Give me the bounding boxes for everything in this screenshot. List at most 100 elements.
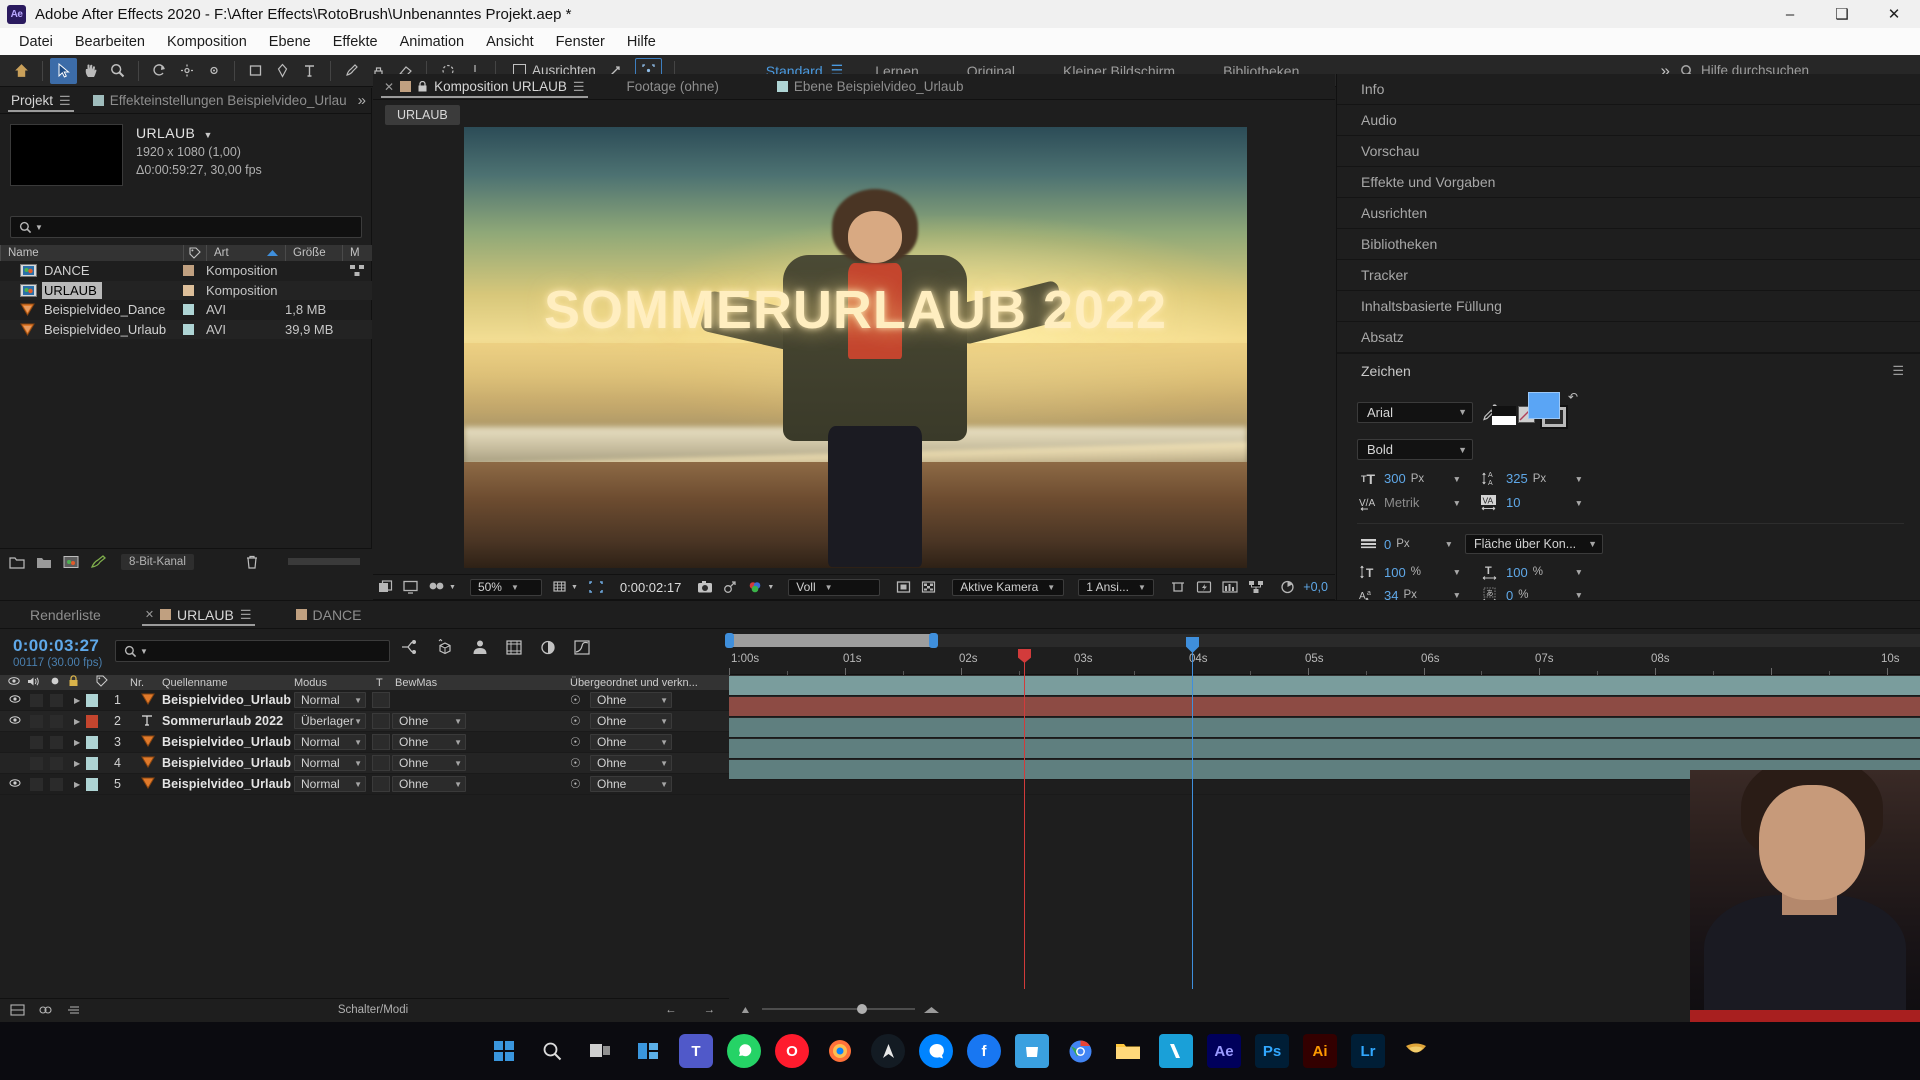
netflix-icon[interactable] bbox=[1159, 1034, 1193, 1068]
table-row[interactable]: DANCE Komposition bbox=[0, 261, 372, 281]
chevron-down-icon[interactable]: ▼ bbox=[1575, 498, 1583, 508]
project-row-label-color[interactable] bbox=[183, 304, 194, 316]
layer-label-color[interactable] bbox=[86, 777, 98, 791]
toggle-switches-modes-icon[interactable] bbox=[10, 1003, 25, 1017]
layer-track-row[interactable] bbox=[729, 675, 1920, 696]
minimize-button[interactable]: – bbox=[1764, 0, 1816, 28]
start-icon[interactable] bbox=[487, 1034, 521, 1068]
tab-renderliste[interactable]: Renderliste bbox=[0, 602, 112, 628]
parent-pickwhip-icon[interactable]: ☉ bbox=[570, 714, 581, 728]
layer-t-cell[interactable] bbox=[372, 713, 390, 729]
layer-expand-arrow[interactable]: ▶ bbox=[74, 696, 80, 705]
timeline-search-input[interactable]: ▼ bbox=[115, 640, 390, 662]
menu-bearbeiten[interactable]: Bearbeiten bbox=[64, 31, 156, 53]
close-button[interactable]: ✕ bbox=[1868, 0, 1920, 28]
premiere-icon[interactable] bbox=[1399, 1034, 1433, 1068]
viewer-timecode[interactable]: 0:00:02:17 bbox=[615, 574, 686, 600]
leading-field[interactable]: AA 325 Px ▼ bbox=[1479, 470, 1583, 487]
search-icon[interactable] bbox=[535, 1034, 569, 1068]
panel-info[interactable]: Info bbox=[1337, 74, 1920, 105]
layer-visibility-toggle[interactable] bbox=[8, 694, 21, 707]
column-label-icon[interactable] bbox=[183, 245, 206, 261]
chevron-down-icon[interactable]: ▼ bbox=[1453, 590, 1461, 600]
column-m[interactable]: M bbox=[342, 245, 372, 261]
horizontal-scale-field[interactable]: T 100 % ▼ bbox=[1479, 564, 1583, 580]
toggle-alpha-icon[interactable] bbox=[373, 574, 398, 600]
layer-solo-toggle[interactable] bbox=[50, 777, 63, 791]
work-area-end-handle[interactable] bbox=[929, 633, 938, 648]
time-ruler[interactable]: 1:00s 01s 02s 03s 04s 05s 06s 07s 08s 10… bbox=[729, 649, 1920, 675]
layer-solo-toggle[interactable] bbox=[50, 735, 63, 749]
project-row-label-color[interactable] bbox=[183, 265, 194, 277]
rotation-tool-icon[interactable] bbox=[146, 58, 173, 84]
column-art[interactable]: Art bbox=[206, 245, 285, 261]
kerning-field[interactable]: V/A Metrik ▼ bbox=[1357, 495, 1461, 511]
switches-modes-label[interactable]: Schalter/Modi bbox=[338, 1004, 408, 1016]
viewer-panel-menu-icon[interactable]: ☰ bbox=[573, 79, 585, 95]
composition-canvas[interactable]: SOMMERURLAUB 2022 bbox=[464, 127, 1247, 568]
teams-icon[interactable]: T bbox=[679, 1034, 713, 1068]
chevron-down-icon[interactable]: ▼ bbox=[1575, 474, 1583, 484]
font-family-select[interactable]: Arial ▼ bbox=[1357, 401, 1473, 423]
channel-select-icon[interactable]: ▼ bbox=[742, 574, 779, 600]
column-groesse[interactable]: Größe bbox=[285, 245, 342, 261]
tab-dance[interactable]: DANCE bbox=[285, 602, 373, 628]
region-of-interest-icon[interactable] bbox=[583, 574, 609, 600]
pen-tool-icon[interactable] bbox=[269, 58, 296, 84]
parent-pickwhip-icon[interactable]: ☉ bbox=[570, 693, 581, 707]
search-dropdown-icon[interactable]: ▼ bbox=[35, 223, 43, 232]
layer-audio-toggle[interactable] bbox=[30, 714, 43, 728]
layer-label-color[interactable] bbox=[86, 735, 98, 749]
current-time-indicator[interactable] bbox=[1018, 649, 1031, 989]
breadcrumb-urlaub[interactable]: URLAUB bbox=[385, 105, 460, 125]
tab-effekteinstellungen[interactable]: Effekteinstellungen Beispielvideo_Urlau bbox=[82, 88, 358, 114]
layer-blend-mode[interactable]: Normal ▼ bbox=[294, 734, 366, 750]
project-settings-icon[interactable] bbox=[90, 554, 106, 569]
chevron-down-icon[interactable]: ▼ bbox=[1575, 567, 1583, 577]
comp-flowchart-icon[interactable] bbox=[350, 265, 364, 277]
tab-footage[interactable]: Footage (ohne) bbox=[616, 74, 730, 100]
font-size-field[interactable]: TT 300 Px ▼ bbox=[1357, 471, 1461, 487]
layer-expand-arrow[interactable]: ▶ bbox=[74, 738, 80, 747]
type-tool-icon[interactable] bbox=[296, 58, 323, 84]
firefox-icon[interactable] bbox=[823, 1034, 857, 1068]
layer-label-color[interactable] bbox=[86, 714, 98, 728]
stroke-order-select[interactable]: Fläche über Kon... ▼ bbox=[1465, 534, 1603, 554]
project-row-label-color[interactable] bbox=[183, 323, 194, 335]
layer-track-matte[interactable]: Ohne ▼ bbox=[392, 734, 466, 750]
parent-pickwhip-icon[interactable]: ☉ bbox=[570, 735, 581, 749]
panel-audio[interactable]: Audio bbox=[1337, 105, 1920, 136]
shape-tool-icon[interactable] bbox=[242, 58, 269, 84]
layer-solo-toggle[interactable] bbox=[50, 693, 63, 707]
layer-t-cell[interactable] bbox=[372, 734, 390, 750]
panel-menu-icon[interactable]: ☰ bbox=[59, 93, 71, 109]
font-style-select[interactable]: Bold ▼ bbox=[1357, 439, 1473, 460]
close-icon[interactable]: ✕ bbox=[145, 608, 154, 621]
main-viewer-icon[interactable] bbox=[398, 574, 423, 600]
panel-bibliotheken[interactable]: Bibliotheken bbox=[1337, 229, 1920, 260]
lock-icon[interactable] bbox=[417, 81, 428, 92]
layer-visibility-toggle[interactable] bbox=[8, 715, 21, 728]
parent-pickwhip-icon[interactable]: ☉ bbox=[570, 777, 581, 791]
fill-color-swatch[interactable] bbox=[1528, 392, 1560, 419]
swap-colors-icon[interactable]: ↶ bbox=[1568, 390, 1578, 404]
panel-absatz[interactable]: Absatz bbox=[1337, 322, 1920, 353]
panel-effekte-und-vorgaben[interactable]: Effekte und Vorgaben bbox=[1337, 167, 1920, 198]
layer-parent[interactable]: Ohne ▼ bbox=[590, 713, 672, 729]
3d-glasses-icon[interactable]: ▼ bbox=[423, 574, 461, 600]
frame-blending-icon[interactable] bbox=[505, 639, 523, 656]
chevron-down-icon[interactable]: ▼ bbox=[1445, 539, 1453, 549]
toggle-transparency-grid-icon[interactable] bbox=[891, 574, 916, 600]
brush-tool-icon[interactable] bbox=[338, 58, 365, 84]
layer-solo-toggle[interactable] bbox=[50, 756, 63, 770]
folder-icon[interactable] bbox=[36, 555, 52, 569]
fill-stroke-bw-icon[interactable] bbox=[1492, 406, 1516, 425]
composition-mini-flowchart-icon[interactable] bbox=[400, 639, 419, 656]
timeline-nav-icon[interactable] bbox=[1217, 574, 1243, 600]
chevron-down-icon[interactable]: ▼ bbox=[1453, 567, 1461, 577]
menu-effekte[interactable]: Effekte bbox=[322, 31, 389, 53]
work-area-start-handle[interactable] bbox=[725, 633, 734, 648]
layer-label-color[interactable] bbox=[86, 693, 98, 707]
camera-select[interactable]: Aktive Kamera ▼ bbox=[947, 574, 1069, 600]
camera-tool-icon[interactable] bbox=[173, 58, 200, 84]
